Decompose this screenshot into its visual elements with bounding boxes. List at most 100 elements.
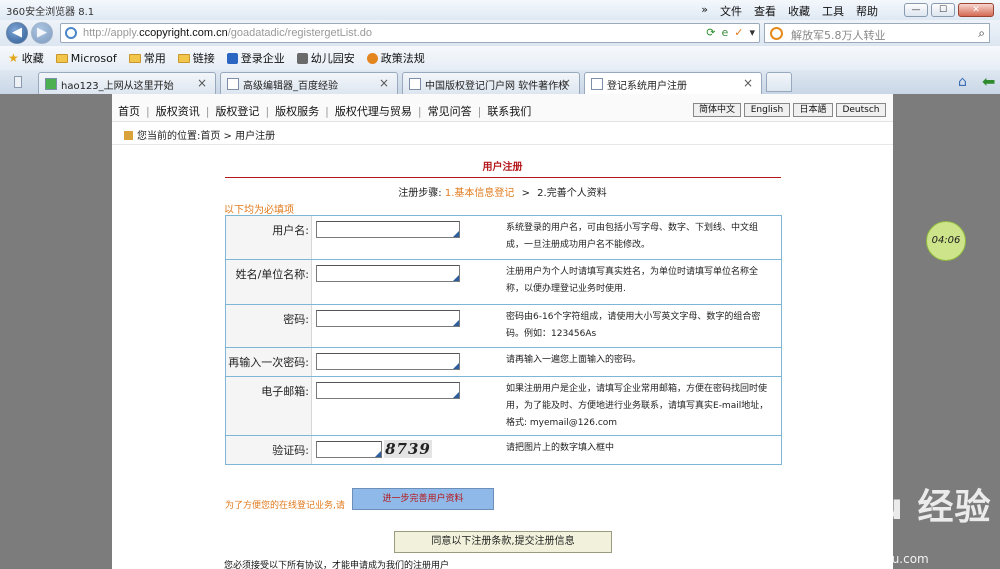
tab-label: 高级编辑器_百度经验: [243, 81, 338, 92]
nav-home[interactable]: 首页: [118, 105, 140, 118]
captcha-input[interactable]: [316, 440, 382, 458]
bookmark-kindergarten[interactable]: 幼儿园安: [296, 50, 355, 66]
url-input[interactable]: http://apply.ccopyright.com.cn/goadatadi…: [60, 23, 760, 43]
nav-services[interactable]: 版权服务: [275, 105, 319, 118]
bookmark-label: 链接: [192, 52, 215, 65]
close-tab-icon[interactable]: ×: [743, 76, 753, 90]
captcha-image[interactable]: 8739: [384, 440, 432, 458]
bookmark-label: 登录企业: [240, 52, 285, 65]
close-tab-icon[interactable]: ×: [379, 76, 389, 90]
tab-bar: hao123_上网从这里开始 × 高级编辑器_百度经验 × 中国版权登记门户网 …: [0, 70, 1000, 94]
home-icon[interactable]: ⌂: [958, 74, 967, 90]
bookmark-policy[interactable]: 政策法规: [366, 50, 425, 66]
menu-overflow[interactable]: »: [701, 3, 708, 19]
name-hint: 注册用户为个人时请填写真实姓名，为单位时请填写单位名称全称，以便办理登记业务时使…: [506, 267, 759, 294]
form-row-captcha: 验证码: 8739 请把图片上的数字填入框中: [226, 436, 781, 464]
lang-japanese-button[interactable]: 日本語: [793, 103, 833, 117]
sidebar-toggle-icon[interactable]: [14, 76, 22, 88]
nav-contact[interactable]: 联系我们: [487, 105, 531, 118]
back-button[interactable]: ◀: [6, 22, 28, 44]
new-tab-button[interactable]: [766, 72, 792, 92]
dropdown-icon[interactable]: ▾: [749, 26, 755, 39]
app-icon: [226, 52, 238, 64]
complete-profile-button[interactable]: 进一步完善用户资料: [352, 488, 494, 510]
email-input[interactable]: [316, 382, 460, 399]
tab-favicon: [409, 78, 421, 90]
password-confirm-input[interactable]: [316, 353, 460, 370]
menu-file[interactable]: 文件: [720, 3, 742, 19]
step-next: 2.完善个人资料: [537, 188, 607, 199]
password-input[interactable]: [316, 310, 460, 327]
password-confirm-field-cell: [312, 348, 500, 376]
close-tab-icon[interactable]: ×: [561, 76, 571, 90]
tab-label: 中国版权登记门户网 软件著作权: [425, 81, 569, 92]
menu-view[interactable]: 查看: [754, 3, 776, 19]
folder-icon: [177, 53, 190, 63]
search-input[interactable]: 解放军5.8万人转业: [791, 27, 886, 43]
username-input[interactable]: [316, 221, 460, 238]
bookmark-enterprise-login[interactable]: 登录企业: [226, 50, 285, 66]
search-box[interactable]: 解放军5.8万人转业 ⌕: [764, 23, 990, 43]
bookmark-links[interactable]: 链接: [177, 50, 215, 66]
registration-form: 用户名: 系统登录的用户名，可由包括小写字母、数字、下划线、中文组成，一旦注册成…: [225, 215, 782, 465]
refresh-icon[interactable]: ⟳: [706, 26, 715, 39]
forward-button[interactable]: ▶: [31, 22, 53, 44]
close-tab-icon[interactable]: ×: [197, 76, 207, 90]
floating-timer[interactable]: 04:06: [926, 221, 966, 261]
lang-chinese-button[interactable]: 简体中文: [693, 103, 741, 117]
bookmark-favorites[interactable]: ★ 收藏: [8, 50, 44, 66]
bookmark-common[interactable]: 常用: [128, 50, 166, 66]
address-bar: ◀ ▶ http://apply.ccopyright.com.cn/goada…: [0, 20, 1000, 46]
username-label: 用户名:: [226, 216, 312, 259]
name-input[interactable]: [316, 265, 460, 282]
password-field-cell: [312, 305, 500, 347]
app-icon: [366, 52, 378, 64]
username-field-cell: [312, 216, 500, 259]
minimize-button[interactable]: —: [904, 3, 928, 17]
check-icon[interactable]: ✓: [734, 26, 743, 39]
email-label: 电子邮箱:: [226, 377, 312, 435]
menu-help[interactable]: 帮助: [856, 3, 878, 19]
email-hint: 如果注册用户是企业，请填写企业常用邮箱，方便在密码找回时使用，为了能及时、方便地…: [506, 384, 769, 428]
tab-editor[interactable]: 高级编辑器_百度经验 ×: [220, 72, 398, 94]
nav-news[interactable]: 版权资讯: [156, 105, 200, 118]
star-icon: ★: [8, 51, 19, 65]
nav-faq[interactable]: 常见问答: [428, 105, 472, 118]
bookmark-label: Microsof: [70, 51, 117, 65]
compat-icon[interactable]: e: [721, 26, 728, 39]
captcha-hint: 请把图片上的数字填入框中: [506, 443, 615, 453]
globe-icon: [65, 27, 77, 39]
lang-german-button[interactable]: Deutsch: [836, 103, 886, 117]
tab-hao123[interactable]: hao123_上网从这里开始 ×: [38, 72, 216, 94]
site-nav: 首页 | 版权资讯 | 版权登记 | 版权服务 | 版权代理与贸易 | 常见问答 | 联系我们 简体中文…: [112, 94, 893, 122]
undo-close-icon[interactable]: ⬅: [982, 72, 995, 91]
maximize-button[interactable]: ☐: [931, 3, 955, 17]
forward-icon: ▶: [37, 25, 47, 40]
password-hint: 密码由6-16个字符组成，请使用大小写英文字母、数字的组合密码。例如：12345…: [506, 312, 761, 339]
nav-links: 首页 | 版权资讯 | 版权登记 | 版权服务 | 版权代理与贸易 | 常见问答 | 联系我们: [118, 105, 532, 118]
nav-registration[interactable]: 版权登记: [215, 105, 259, 118]
next-step-note: 为了方便您的在线登记业务,请: [225, 501, 345, 511]
folder-icon: [128, 53, 141, 63]
tab-favicon: [45, 78, 57, 90]
search-engine-icon[interactable]: [770, 27, 783, 40]
breadcrumb: 您当前的位置:首页 > 用户注册: [124, 127, 275, 142]
bookmark-microsoft[interactable]: Microsof: [55, 51, 117, 65]
close-button[interactable]: ✕: [958, 3, 994, 17]
agree-submit-button[interactable]: 同意以下注册条款,提交注册信息: [394, 531, 612, 553]
step-separator: >: [521, 188, 530, 199]
menu-favorites[interactable]: 收藏: [788, 3, 810, 19]
search-icon[interactable]: ⌕: [978, 26, 985, 41]
tab-registration[interactable]: 登记系统用户注册 ×: [584, 72, 762, 94]
steps-label: 注册步骤:: [398, 188, 442, 199]
divider: [112, 144, 893, 145]
password-confirm-hint: 请再输入一遍您上面输入的密码。: [506, 355, 642, 365]
form-row-email: 电子邮箱: 如果注册用户是企业，请填写企业常用邮箱，方便在密码找回时使用，为了能…: [226, 377, 781, 436]
tab-copyright-portal[interactable]: 中国版权登记门户网 软件著作权 ×: [402, 72, 580, 94]
nav-agency[interactable]: 版权代理与贸易: [335, 105, 412, 118]
tab-label: 登记系统用户注册: [607, 81, 687, 92]
lang-english-button[interactable]: English: [744, 103, 790, 117]
menu-tools[interactable]: 工具: [822, 3, 844, 19]
baidu-watermark: Bai du 经验 jingyan.baidu.com: [770, 478, 992, 566]
tab-label: hao123_上网从这里开始: [61, 81, 174, 92]
